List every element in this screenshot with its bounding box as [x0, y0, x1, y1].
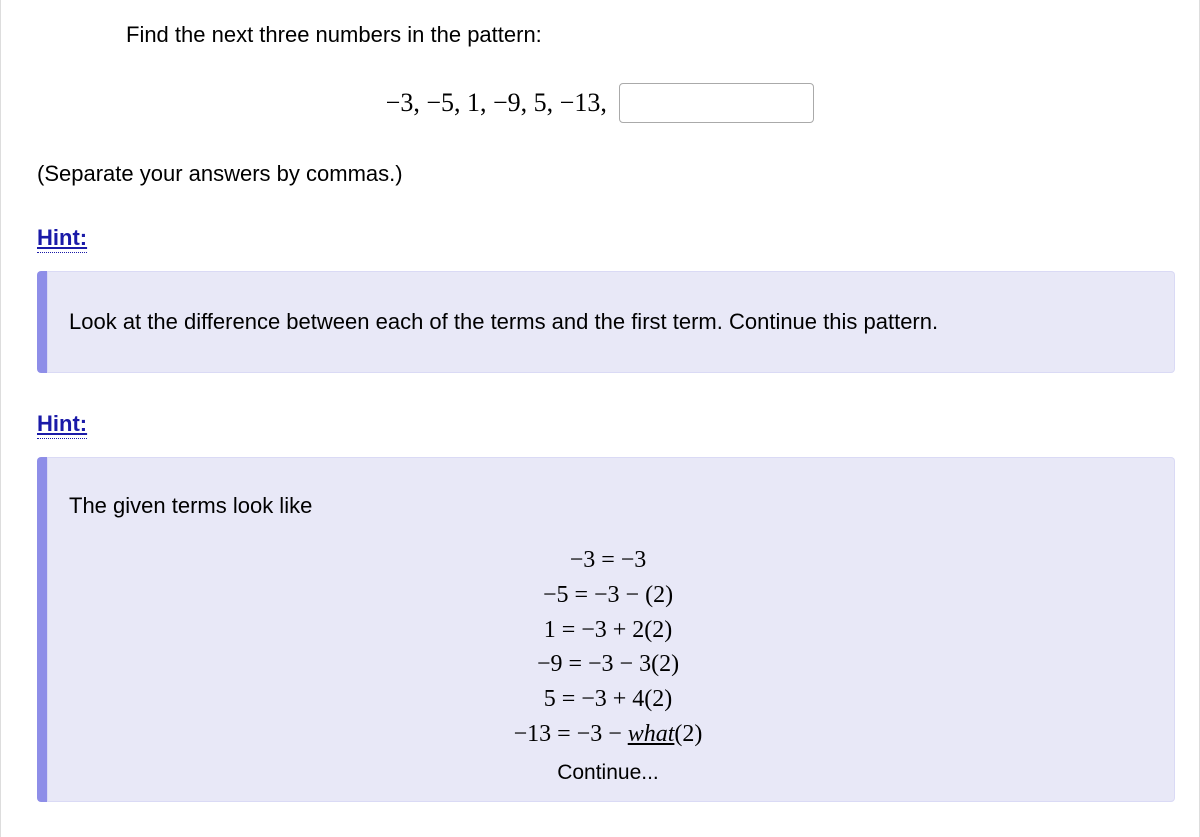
hint-box-2: The given terms look like −3 = −3 −5 = −… [37, 457, 1175, 802]
equation-row: −9 = −3 − 3(2) [69, 647, 1147, 682]
hint-body-1: Look at the difference between each of t… [69, 309, 938, 334]
equation-row: −3 = −3 [69, 543, 1147, 578]
continue-text: Continue... [69, 758, 1147, 788]
equation-row-last: −13 = −3 − what(2) [69, 717, 1147, 752]
hint-intro-2: The given terms look like [69, 493, 1147, 519]
eq-last-prefix: −13 = −3 − [514, 721, 628, 747]
equation-block: −3 = −3 −5 = −3 − (2) 1 = −3 + 2(2) −9 =… [69, 543, 1147, 788]
problem-container: Find the next three numbers in the patte… [0, 0, 1200, 837]
answer-input[interactable] [619, 83, 814, 123]
sequence-line: −3, −5, 1, −9, 5, −13, [1, 83, 1199, 123]
hint-box-1: Look at the difference between each of t… [37, 271, 1175, 373]
hint-label-2[interactable]: Hint: [37, 411, 87, 439]
sequence-text: −3, −5, 1, −9, 5, −13, [386, 88, 607, 118]
separate-note: (Separate your answers by commas.) [1, 161, 1199, 187]
hint-label-1[interactable]: Hint: [37, 225, 87, 253]
eq-last-what: what [628, 721, 675, 747]
equation-row: 1 = −3 + 2(2) [69, 613, 1147, 648]
equation-row: −5 = −3 − (2) [69, 578, 1147, 613]
question-prompt: Find the next three numbers in the patte… [1, 0, 1199, 48]
eq-last-suffix: (2) [674, 721, 702, 747]
equation-row: 5 = −3 + 4(2) [69, 682, 1147, 717]
